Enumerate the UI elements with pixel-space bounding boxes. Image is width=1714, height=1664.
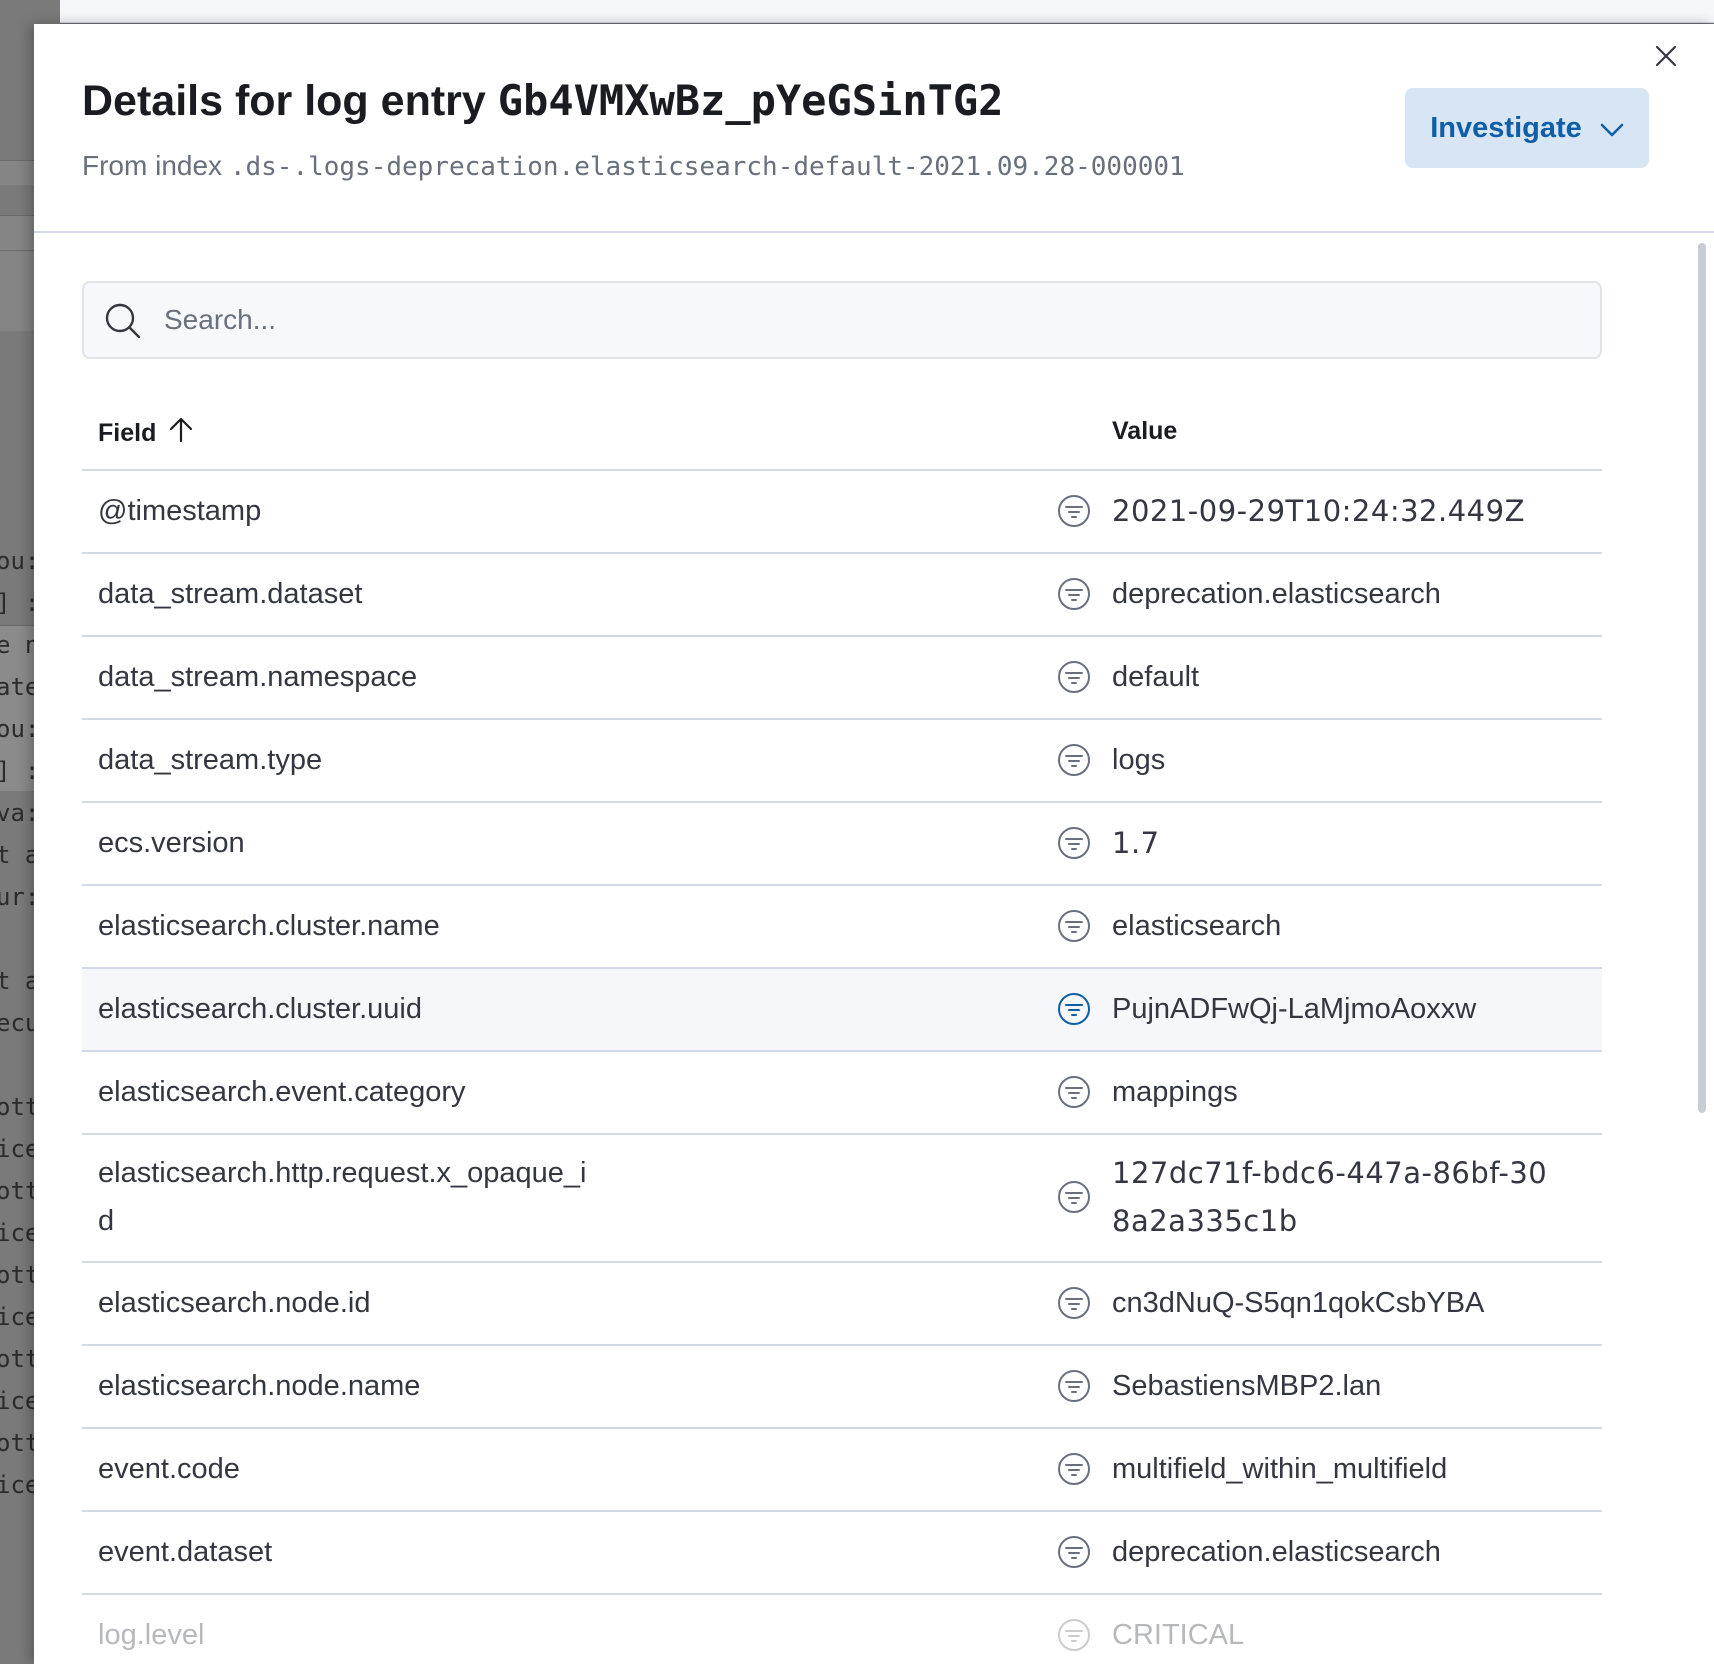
sort-ascending-icon — [168, 417, 194, 450]
table-row: elasticsearch.http.request.x_opaque_id 12… — [82, 1135, 1602, 1263]
filter-by-value-icon[interactable] — [1057, 1369, 1091, 1403]
filter-by-value-icon[interactable] — [1057, 1180, 1091, 1214]
filter-by-value-icon[interactable] — [1057, 660, 1091, 694]
table-row: data_stream.type logs — [82, 720, 1602, 803]
field-name-cell: event.code — [98, 1453, 240, 1485]
field-name-cell: elasticsearch.node.id — [98, 1287, 371, 1319]
table-row: data_stream.dataset deprecation.elasticse… — [82, 554, 1602, 637]
field-value-cell: 1.7 — [1112, 826, 1160, 860]
field-value-cell: PujnADFwQj-LaMjmoAoxxw — [1112, 993, 1477, 1025]
flyout-header: Details for log entry Gb4VMXwBz_pYeGSinT… — [34, 24, 1714, 233]
field-name-cell: elasticsearch.event.category — [98, 1076, 466, 1108]
field-value-cell: mappings — [1112, 1076, 1238, 1108]
close-button[interactable] — [1646, 38, 1686, 78]
field-value-cell: deprecation.elasticsearch — [1112, 578, 1441, 610]
table-row: ecs.version 1.7 — [82, 803, 1602, 886]
filter-by-value-icon[interactable] — [1057, 1286, 1091, 1320]
filter-by-value-icon[interactable] — [1057, 992, 1091, 1026]
field-name-cell: log.level — [98, 1619, 205, 1651]
log-entry-flyout: Details for log entry Gb4VMXwBz_pYeGSinT… — [34, 24, 1714, 1664]
table-row: data_stream.namespace default — [82, 637, 1602, 720]
field-value-cell: 127dc71f-bdc6-447a-86bf-308a2a335c1b — [1112, 1156, 1548, 1238]
table-row: elasticsearch.node.name SebastiensMBP2.la… — [82, 1346, 1602, 1429]
field-value-cell: cn3dNuQ-S5qn1qokCsbYBA — [1112, 1287, 1485, 1319]
field-name-cell: @timestamp — [98, 495, 262, 527]
search-input[interactable] — [164, 283, 1564, 357]
subtitle-prefix: From index — [82, 150, 223, 181]
search-field — [82, 281, 1602, 359]
filter-by-value-icon[interactable] — [1057, 909, 1091, 943]
filter-by-value-icon[interactable] — [1057, 1535, 1091, 1569]
field-name-cell: elasticsearch.node.name — [98, 1370, 421, 1402]
filter-by-value-icon[interactable] — [1057, 1452, 1091, 1486]
filter-by-value-icon[interactable] — [1057, 743, 1091, 777]
field-name-cell: event.dataset — [98, 1536, 273, 1568]
table-row: event.dataset deprecation.elasticsearch — [82, 1512, 1602, 1595]
log-entry-id: Gb4VMXwBz_pYeGSinTG2 — [497, 76, 1004, 125]
field-header-label: Field — [98, 419, 157, 447]
search-icon — [104, 302, 142, 345]
filter-by-value-icon[interactable] — [1057, 577, 1091, 611]
investigate-button[interactable]: Investigate — [1405, 88, 1649, 168]
field-name-cell: elasticsearch.cluster.name — [98, 910, 440, 942]
investigate-label: Investigate — [1430, 111, 1582, 144]
fields-table: Field Value @timestamp 2021-09-29T10:24:3… — [82, 393, 1602, 1655]
table-body: @timestamp 2021-09-29T10:24:32.449Z data_s… — [82, 471, 1602, 1655]
table-row: event.code multifield_within_multifield — [82, 1429, 1602, 1512]
field-value-cell: CRITICAL — [1112, 1619, 1245, 1651]
table-row: elasticsearch.cluster.uuid PujnADFwQj-LaM… — [82, 969, 1602, 1052]
flyout-title: Details for log entry Gb4VMXwBz_pYeGSinT… — [82, 76, 1003, 126]
table-row: elasticsearch.event.category mappings — [82, 1052, 1602, 1135]
title-prefix: Details for log entry — [82, 77, 486, 125]
field-name-cell: ecs.version — [98, 827, 245, 859]
table-row: elasticsearch.cluster.name elasticsearch — [82, 886, 1602, 969]
value-column-header: Value — [1112, 417, 1178, 445]
filter-by-value-icon[interactable] — [1057, 826, 1091, 860]
field-name-cell: data_stream.dataset — [98, 578, 363, 610]
field-column-header[interactable]: Field — [98, 417, 194, 450]
table-row: log.level CRITICAL — [82, 1595, 1602, 1655]
field-value-cell: SebastiensMBP2.lan — [1112, 1370, 1382, 1402]
filter-by-value-icon[interactable] — [1057, 1075, 1091, 1109]
field-name-cell: elasticsearch.cluster.uuid — [98, 993, 422, 1025]
table-header: Field Value — [82, 393, 1602, 471]
field-name-cell: data_stream.namespace — [98, 661, 418, 693]
chevron-down-icon — [1600, 112, 1624, 145]
field-value-cell: multifield_within_multifield — [1112, 1453, 1448, 1485]
field-value-cell: elasticsearch — [1112, 910, 1282, 942]
table-row: @timestamp 2021-09-29T10:24:32.449Z — [82, 471, 1602, 554]
field-name-cell: data_stream.type — [98, 744, 323, 776]
field-value-cell: deprecation.elasticsearch — [1112, 1536, 1441, 1568]
flyout-scrollbar[interactable] — [1698, 243, 1706, 1113]
background-top-bar — [0, 0, 1714, 23]
index-name: .ds-.logs-deprecation.elasticsearch-defa… — [229, 152, 1185, 182]
field-value-cell: default — [1112, 661, 1200, 693]
filter-by-value-icon[interactable] — [1057, 1618, 1091, 1652]
filter-by-value-icon[interactable] — [1057, 494, 1091, 528]
flyout-body: Field Value @timestamp 2021-09-29T10:24:3… — [34, 233, 1714, 1664]
table-row: elasticsearch.node.id cn3dNuQ-S5qn1qokCsb… — [82, 1263, 1602, 1346]
field-value-cell: 2021-09-29T10:24:32.449Z — [1112, 494, 1525, 528]
flyout-subtitle: From index .ds-.logs-deprecation.elastic… — [82, 150, 1185, 182]
field-name-cell: elasticsearch.http.request.x_opaque_id — [98, 1157, 587, 1237]
close-icon — [1654, 44, 1678, 73]
field-value-cell: logs — [1112, 744, 1166, 776]
